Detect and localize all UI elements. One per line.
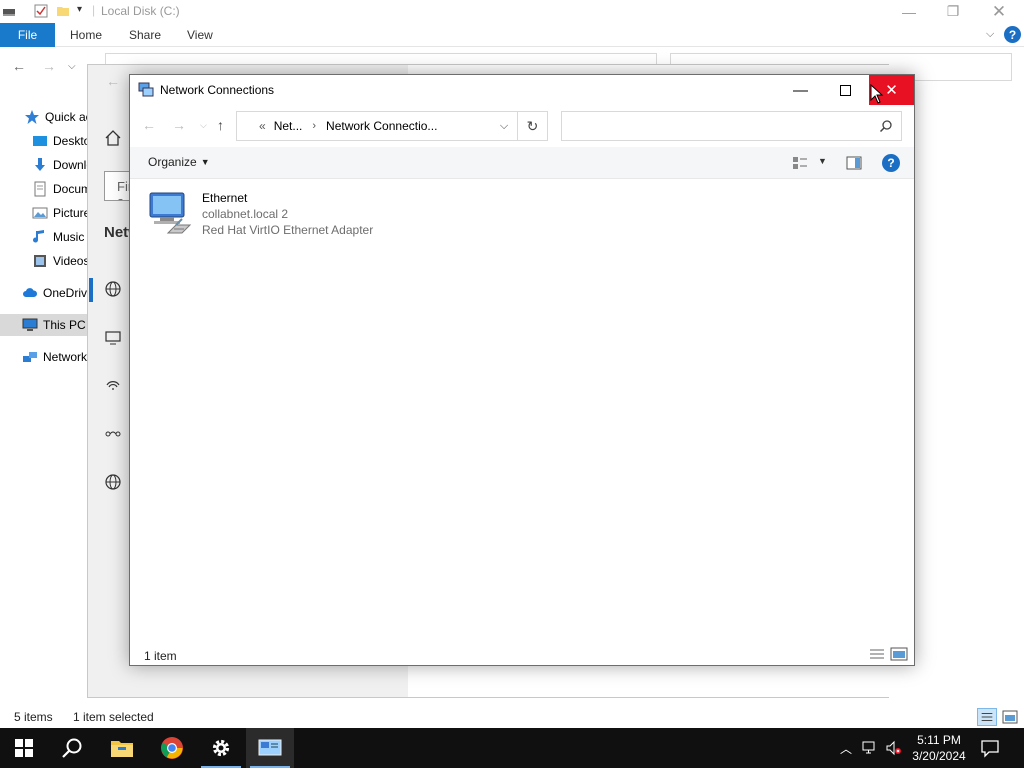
address-dropdown-icon[interactable]: ⌵ xyxy=(491,112,517,140)
sidebar-item-this-pc[interactable]: This PC xyxy=(0,314,88,336)
view-options-dropdown-icon[interactable]: ▼ xyxy=(818,156,827,166)
cloud-icon xyxy=(23,288,38,297)
clock[interactable]: 5:11 PM 3/20/2024 xyxy=(906,732,972,764)
star-icon xyxy=(25,110,39,124)
change-view-icon[interactable] xyxy=(792,155,808,171)
help-icon[interactable]: ? xyxy=(1004,26,1021,43)
chevron-down-icon: ▼ xyxy=(200,157,210,167)
clock-date: 3/20/2024 xyxy=(912,749,966,763)
settings-section-heading: Network & Internet xyxy=(104,224,130,241)
notifications-icon[interactable] xyxy=(980,738,1000,758)
explorer-status-bar: 5 items 1 item selected xyxy=(0,706,1024,728)
ethernet-adapter-icon xyxy=(149,192,192,234)
share-tab[interactable]: Share xyxy=(129,28,161,42)
network-connections-app-icon xyxy=(138,82,154,97)
maximize-button[interactable]: ❐ xyxy=(930,0,976,23)
back-arrow-icon[interactable]: ← xyxy=(106,73,120,89)
breadcrumb-network-connections[interactable]: Network Connectio... xyxy=(326,119,437,133)
home-icon[interactable] xyxy=(104,129,122,147)
help-icon[interactable]: ? xyxy=(882,154,900,172)
details-view-icon[interactable] xyxy=(977,708,997,726)
maximize-icon xyxy=(840,84,851,96)
ribbon-tabs: File Home Share View ⌵ ? xyxy=(0,23,1024,47)
pictures-icon xyxy=(32,207,48,219)
videos-icon xyxy=(34,255,46,267)
up-arrow-icon[interactable]: ↑ xyxy=(217,117,224,133)
clock-time: 5:11 PM xyxy=(917,733,961,747)
file-tab[interactable]: File xyxy=(0,23,55,47)
search-icon xyxy=(879,120,892,133)
back-arrow-icon[interactable]: ← xyxy=(12,58,26,74)
search-input[interactable] xyxy=(561,111,902,141)
back-arrow-icon[interactable]: ← xyxy=(142,117,156,133)
title-separator: | xyxy=(92,3,96,17)
forward-arrow-icon[interactable]: → xyxy=(172,117,186,133)
sidebar-item-label: Videos xyxy=(53,254,90,268)
item-count: 5 items xyxy=(14,710,53,724)
network-connections-window: Network Connections — ✕ ← → ⌵ ↑ « Net...… xyxy=(129,74,915,666)
mouse-cursor-icon xyxy=(870,84,884,104)
ethernet-icon[interactable] xyxy=(104,329,122,347)
forward-arrow-icon[interactable]: → xyxy=(42,58,56,74)
connections-list: Ethernet collabnet.local 2 Red Hat VirtI… xyxy=(130,179,914,639)
details-view-icon[interactable] xyxy=(868,647,886,661)
quick-access-dropdown-icon[interactable]: ▾ xyxy=(77,4,82,15)
connection-name: Ethernet xyxy=(202,191,248,205)
organize-menu-button[interactable]: Organize ▼ xyxy=(148,155,210,169)
computer-icon xyxy=(22,318,38,331)
properties-icon[interactable] xyxy=(34,4,48,18)
minimize-button[interactable]: — xyxy=(778,75,823,105)
minimize-button[interactable]: — xyxy=(886,0,932,23)
globe-status-icon[interactable] xyxy=(104,280,122,298)
vpn-icon[interactable] xyxy=(104,425,122,443)
command-bar: Organize ▼ ▼ ? xyxy=(130,147,914,179)
network-icon xyxy=(23,352,37,362)
connection-adapter: Red Hat VirtIO Ethernet Adapter xyxy=(202,223,374,237)
overflow-chevron-icon[interactable]: « xyxy=(259,119,266,133)
navigation-row: ← → ⌵ ↑ « Net... › Network Connectio... … xyxy=(130,105,914,147)
taskbar: ︿ 5:11 PM 3/20/2024 xyxy=(0,728,1024,768)
connection-network: collabnet.local 2 xyxy=(202,207,289,221)
list-item-ethernet[interactable]: Ethernet collabnet.local 2 Red Hat VirtI… xyxy=(146,187,396,239)
explorer-title: Local Disk (C:) xyxy=(101,4,180,18)
show-hidden-icons-chevron-icon[interactable]: ︿ xyxy=(838,740,854,756)
network-connections-title-bar[interactable]: Network Connections — ✕ xyxy=(130,75,914,105)
desktop-folder-icon xyxy=(33,136,47,146)
network-status-icon[interactable] xyxy=(862,740,878,756)
recent-locations-icon[interactable]: ⌵ xyxy=(200,120,207,131)
drive-icon xyxy=(3,9,15,16)
breadcrumb-network-internet[interactable]: Net... xyxy=(274,119,303,133)
item-count: 1 item xyxy=(144,649,177,663)
dial-up-icon[interactable] xyxy=(104,377,122,395)
sidebar-item-label: Music xyxy=(53,230,85,244)
selection-count: 1 item selected xyxy=(73,710,154,724)
refresh-icon[interactable]: ↻ xyxy=(517,112,547,140)
sidebar-item-label: Network xyxy=(43,350,88,364)
home-tab[interactable]: Home xyxy=(70,28,102,42)
window-title: Network Connections xyxy=(160,83,275,97)
large-icons-view-icon[interactable] xyxy=(1000,708,1020,726)
proxy-globe-icon[interactable] xyxy=(104,473,122,491)
explorer-title-bar: ▾ | Local Disk (C:) — ❐ ✕ xyxy=(0,0,1024,23)
organize-label: Organize xyxy=(148,155,197,169)
maximize-button[interactable] xyxy=(823,75,868,105)
new-folder-icon[interactable] xyxy=(56,4,70,18)
expand-ribbon-icon[interactable]: ⌵ xyxy=(986,28,994,41)
view-tab[interactable]: View xyxy=(187,28,213,42)
speaker-muted-icon[interactable] xyxy=(886,740,902,756)
address-bar[interactable]: « Net... › Network Connectio... ⌵ ↻ xyxy=(236,111,548,141)
close-button[interactable]: ✕ xyxy=(976,0,1022,23)
large-icons-view-icon[interactable] xyxy=(890,647,908,661)
recent-locations-icon[interactable]: ⌵ xyxy=(68,61,76,72)
system-tray: ︿ 5:11 PM 3/20/2024 xyxy=(0,728,1024,768)
selected-indicator xyxy=(89,278,93,302)
preview-pane-icon[interactable] xyxy=(846,155,862,171)
documents-icon xyxy=(34,181,46,197)
download-icon xyxy=(35,158,45,171)
sidebar-item-label: This PC xyxy=(43,318,86,332)
music-icon xyxy=(33,230,44,243)
breadcrumb-separator-icon[interactable]: › xyxy=(312,120,316,132)
network-connections-status-bar: 1 item xyxy=(130,643,914,665)
